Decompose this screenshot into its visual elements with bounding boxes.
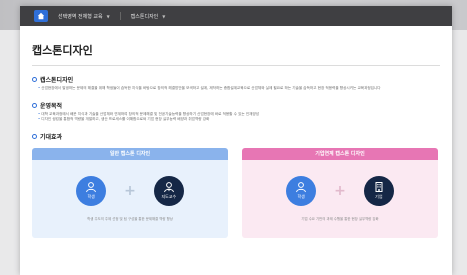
professor-icon [163, 182, 174, 193]
home-icon [37, 12, 45, 20]
company-badge: 기업 [363, 175, 394, 206]
general-capstone-panel: 일반 캡스톤 디자인 학생 + 지도교수 학생 주도의 주제 선정 및 팀 구성… [32, 147, 228, 238]
circle-bullet-icon [32, 102, 37, 108]
panel-title: 기업연계 캡스톤 디자인 [242, 147, 438, 160]
intro-section: 캡스톤디자인 • 산업현장에서 발생하는 문제의 해결을 위해 학생들이 습득한… [32, 75, 440, 92]
professor-badge: 지도교수 [153, 175, 184, 206]
circle-bullet-icon [32, 133, 37, 139]
industry-capstone-panel: 기업연계 캡스톤 디자인 학생 + 기업 기업 수요 기반의 과제 수행을 통한… [242, 147, 438, 238]
plus-icon: + [124, 182, 136, 199]
section-title: 기대효과 [40, 133, 63, 141]
badge-label: 지도교수 [161, 194, 177, 200]
breadcrumb-divider [119, 12, 121, 20]
breadcrumb-item-1[interactable]: 선택영역 전체형 교육 ▼ [58, 13, 110, 20]
section-title: 운영목적 [40, 102, 63, 110]
section-heading: 운영목적 [32, 101, 440, 110]
chevron-down-icon: ▼ [162, 13, 166, 19]
breadcrumb-label: 캡스톤디자인 [130, 13, 159, 20]
person-icon [86, 182, 97, 193]
page-title: 캡스톤디자인 [32, 42, 440, 66]
badge-label: 학생 [87, 194, 95, 200]
purpose-text: 디자인 씽킹을 통합적 역량을 개발하고, 생산 프로세스를 이해함으로써 기업… [41, 117, 210, 122]
student-badge: 학생 [76, 175, 107, 206]
panel-icons: 학생 + 기업 [242, 175, 438, 206]
building-icon [375, 182, 383, 193]
breadcrumb-item-2[interactable]: 캡스톤디자인 ▼ [131, 13, 166, 20]
purpose-item: • 디자인 씽킹을 통합적 역량을 개발하고, 생산 프로세스를 이해함으로써 … [38, 117, 440, 123]
intro-text: • 산업현장에서 발생하는 문제의 해결을 위해 학생들이 습득한 지식을 바탕… [38, 86, 440, 92]
person-icon [296, 182, 307, 193]
badge-label: 학생 [297, 194, 305, 200]
page-window: 선택영역 전체형 교육 ▼ 캡스톤디자인 ▼ 캡스톤디자인 캡스톤디자인 • 산… [20, 6, 452, 275]
top-navigation-bar: 선택영역 전체형 교육 ▼ 캡스톤디자인 ▼ [20, 6, 452, 26]
purpose-section: 운영목적 • 대학 교육과정에서 배운 지식과 기술을 산업체와 연계하여 창의… [32, 101, 440, 123]
panel-footer: 학생 주도의 주제 선정 및 팀 구성을 통한 문제해결 역량 향상 [87, 216, 173, 221]
main-content: 캡스톤디자인 캡스톤디자인 • 산업현장에서 발생하는 문제의 해결을 위해 학… [20, 26, 452, 238]
effects-section: 기대효과 일반 캡스톤 디자인 학생 + 지도교수 학생 주도의 주제 선정 및… [32, 132, 440, 238]
panel-footer: 기업 수요 기반의 과제 수행을 통한 현장 실무역량 강화 [301, 216, 379, 221]
section-heading: 기대효과 [32, 132, 440, 141]
panel-title: 일반 캡스톤 디자인 [32, 147, 228, 160]
home-button[interactable] [34, 10, 48, 22]
purpose-text: 대학 교육과정에서 배운 지식과 기술을 산업체와 연계하여 창의적 문제해결 … [41, 111, 260, 116]
plus-icon: + [334, 182, 346, 199]
section-title: 캡스톤디자인 [40, 77, 74, 84]
section-heading: 캡스톤디자인 [32, 75, 440, 84]
chevron-down-icon: ▼ [106, 13, 110, 19]
breadcrumb-label: 선택영역 전체형 교육 [58, 13, 103, 20]
effects-panels: 일반 캡스톤 디자인 학생 + 지도교수 학생 주도의 주제 선정 및 팀 구성… [32, 147, 440, 238]
badge-label: 기업 [375, 194, 383, 200]
panel-icons: 학생 + 지도교수 [32, 175, 228, 206]
student-badge: 학생 [286, 175, 317, 206]
circle-bullet-icon [32, 77, 37, 82]
intro-body: 산업현장에서 발생하는 문제의 해결을 위해 학생들이 습득한 지식을 바탕으로… [41, 86, 381, 90]
